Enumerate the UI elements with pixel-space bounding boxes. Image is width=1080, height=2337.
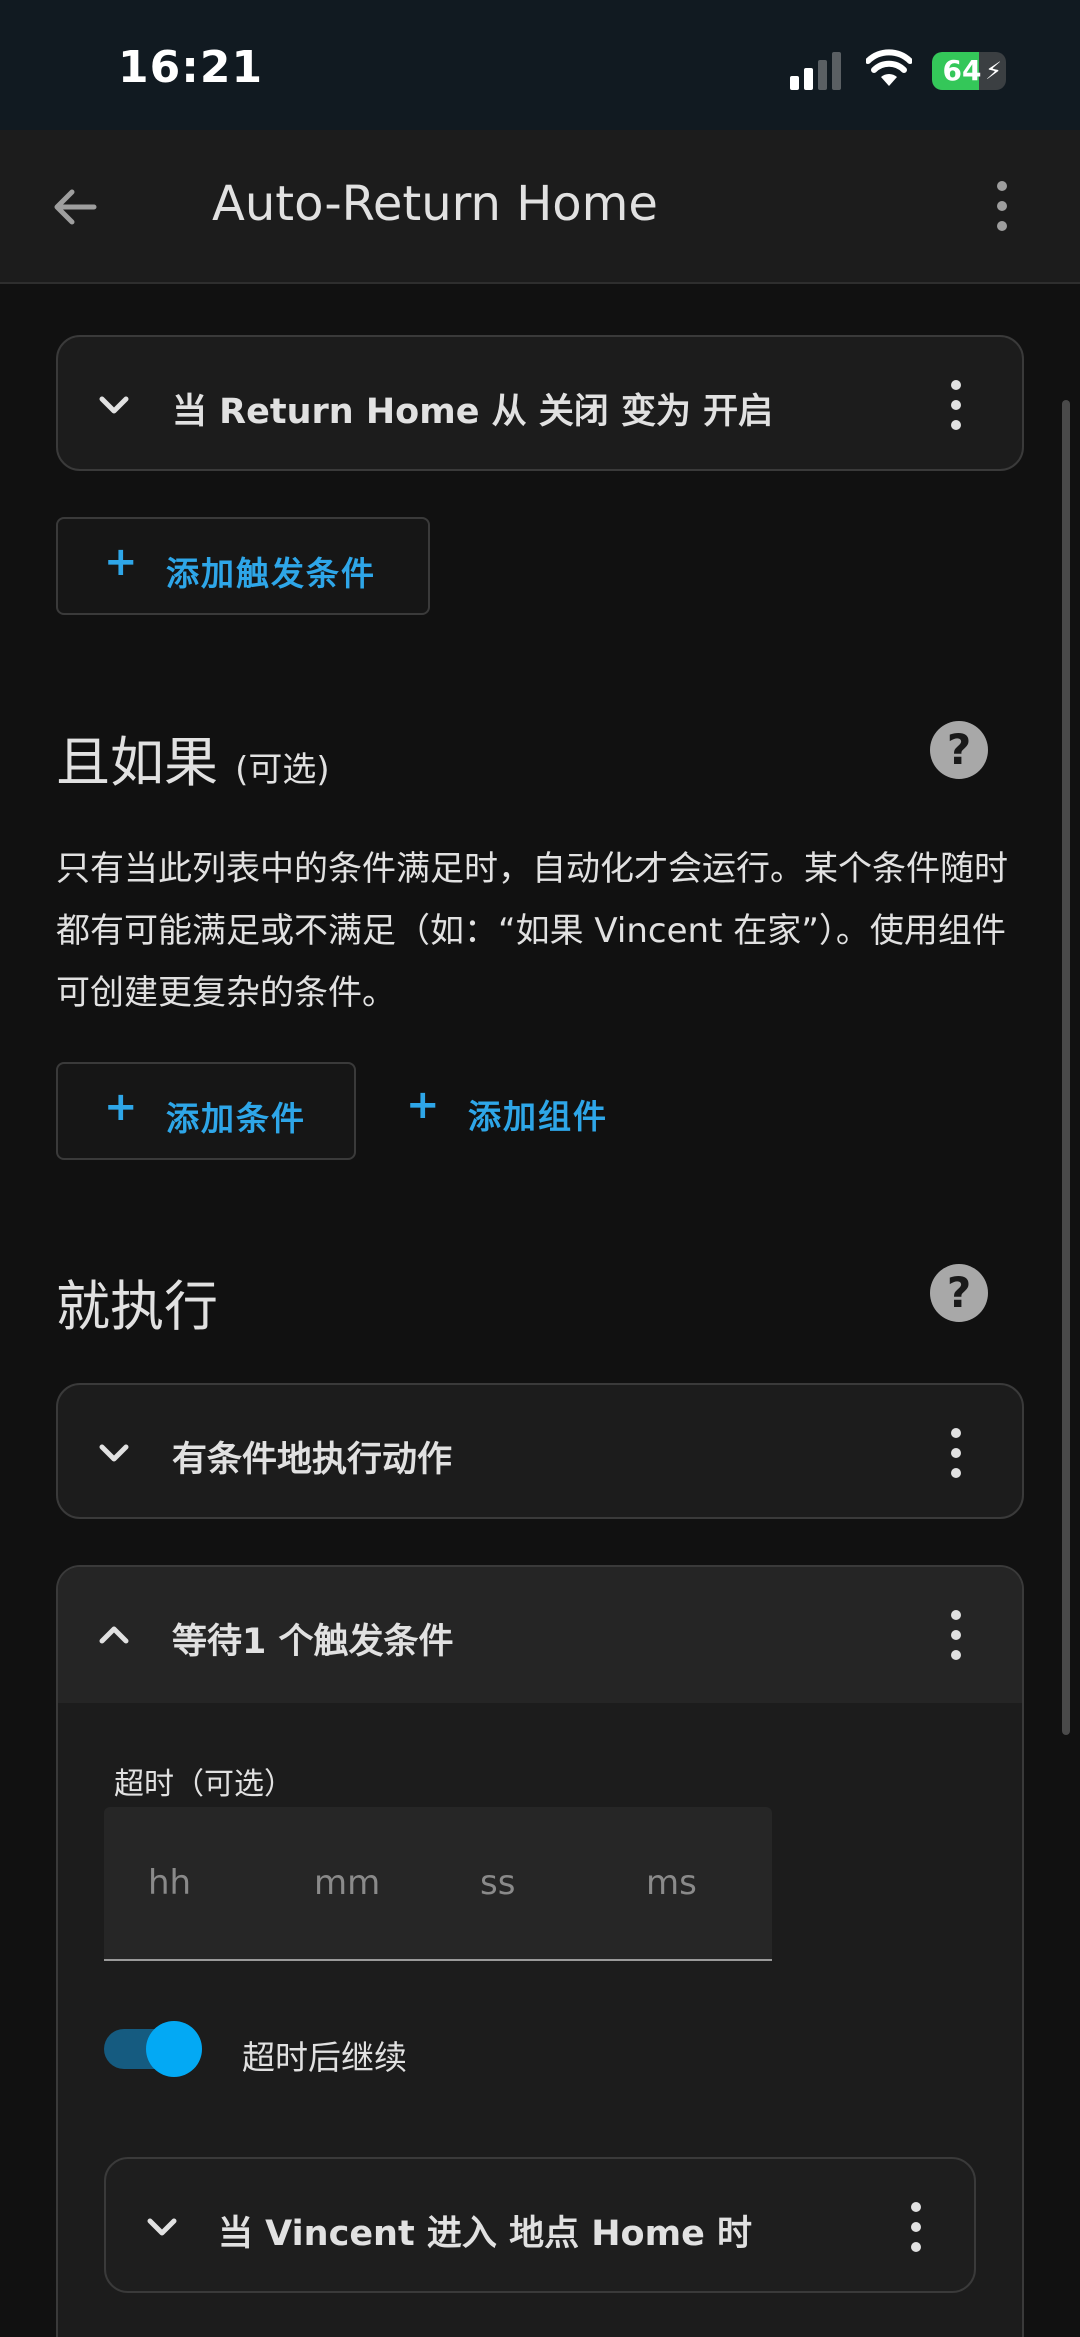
page-title: Auto-Return Home [212, 176, 658, 232]
trigger-menu-icon[interactable] [946, 377, 966, 433]
scrollbar[interactable] [1062, 400, 1070, 1735]
actions-title: 就执行 [56, 1275, 218, 1338]
wait-trigger-card: 等待1 个触发条件 超时（可选） hh mm ss ms 超时后继续 当 Vin… [56, 1565, 1024, 2337]
plus-icon: + [104, 1084, 138, 1130]
action-menu-icon[interactable] [946, 1425, 966, 1481]
seconds-field[interactable]: ss [480, 1863, 515, 1903]
overflow-menu-icon[interactable] [982, 176, 1022, 236]
hours-field[interactable]: hh [148, 1863, 191, 1903]
wifi-icon [866, 49, 912, 86]
trigger-label: 当 Return Home 从 关闭 变为 开启 [172, 392, 774, 432]
action-label: 有条件地执行动作 [172, 1440, 453, 1480]
chevron-down-icon[interactable] [142, 2207, 182, 2247]
conditions-description: 只有当此列表中的条件满足时，自动化才会运行。某个条件随时都有可能满足或不满足（如… [56, 849, 1008, 1013]
chevron-up-icon[interactable] [94, 1615, 134, 1655]
continue-on-timeout-label: 超时后继续 [242, 2038, 407, 2077]
action-card[interactable]: 有条件地执行动作 [56, 1383, 1024, 1519]
nested-trigger-card[interactable]: 当 Vincent 进入 地点 Home 时 [104, 2157, 976, 2293]
status-bar: 16:21 64 ⚡ [0, 0, 1080, 130]
timeout-duration-input[interactable]: hh mm ss ms [104, 1807, 772, 1961]
milliseconds-field[interactable]: ms [646, 1863, 697, 1903]
chevron-down-icon[interactable] [94, 1433, 134, 1473]
charging-bolt-icon: ⚡ [985, 57, 1002, 85]
add-trigger-label: 添加触发条件 [166, 554, 376, 593]
timeout-label: 超时（可选） [114, 1767, 294, 1802]
add-condition-label: 添加条件 [166, 1099, 306, 1138]
add-building-block-button[interactable]: + 添加组件 [380, 1062, 640, 1160]
app-bar: Auto-Return Home [0, 130, 1080, 284]
minutes-field[interactable]: mm [314, 1863, 380, 1903]
chevron-down-icon[interactable] [94, 385, 134, 425]
help-circle-icon[interactable]: ? [930, 1264, 988, 1322]
nested-trigger-menu-icon[interactable] [906, 2199, 926, 2255]
battery-icon: 64 ⚡ [932, 52, 1006, 90]
nested-trigger-label: 当 Vincent 进入 地点 Home 时 [218, 2214, 752, 2254]
plus-icon: + [406, 1082, 440, 1128]
battery-level: 64 [942, 54, 982, 87]
add-trigger-button[interactable]: + 添加触发条件 [56, 517, 430, 615]
plus-icon: + [104, 539, 138, 585]
conditions-optional: (可选) [235, 750, 330, 790]
trigger-card[interactable]: 当 Return Home 从 关闭 变为 开启 [56, 335, 1024, 471]
help-circle-icon[interactable]: ? [930, 721, 988, 779]
cellular-signal-icon [790, 52, 841, 90]
status-time: 16:21 [118, 42, 264, 93]
back-arrow-icon[interactable] [40, 172, 110, 242]
add-building-block-label: 添加组件 [468, 1097, 608, 1136]
add-condition-button[interactable]: + 添加条件 [56, 1062, 356, 1160]
conditions-title-text: 且如果 [56, 731, 218, 794]
wait-trigger-menu-icon[interactable] [946, 1607, 966, 1663]
wait-trigger-label: 等待1 个触发条件 [172, 1622, 454, 1662]
wait-trigger-header[interactable]: 等待1 个触发条件 [58, 1567, 1022, 1703]
toggle-knob[interactable] [146, 2021, 202, 2077]
conditions-title: 且如果 (可选) [56, 718, 330, 797]
